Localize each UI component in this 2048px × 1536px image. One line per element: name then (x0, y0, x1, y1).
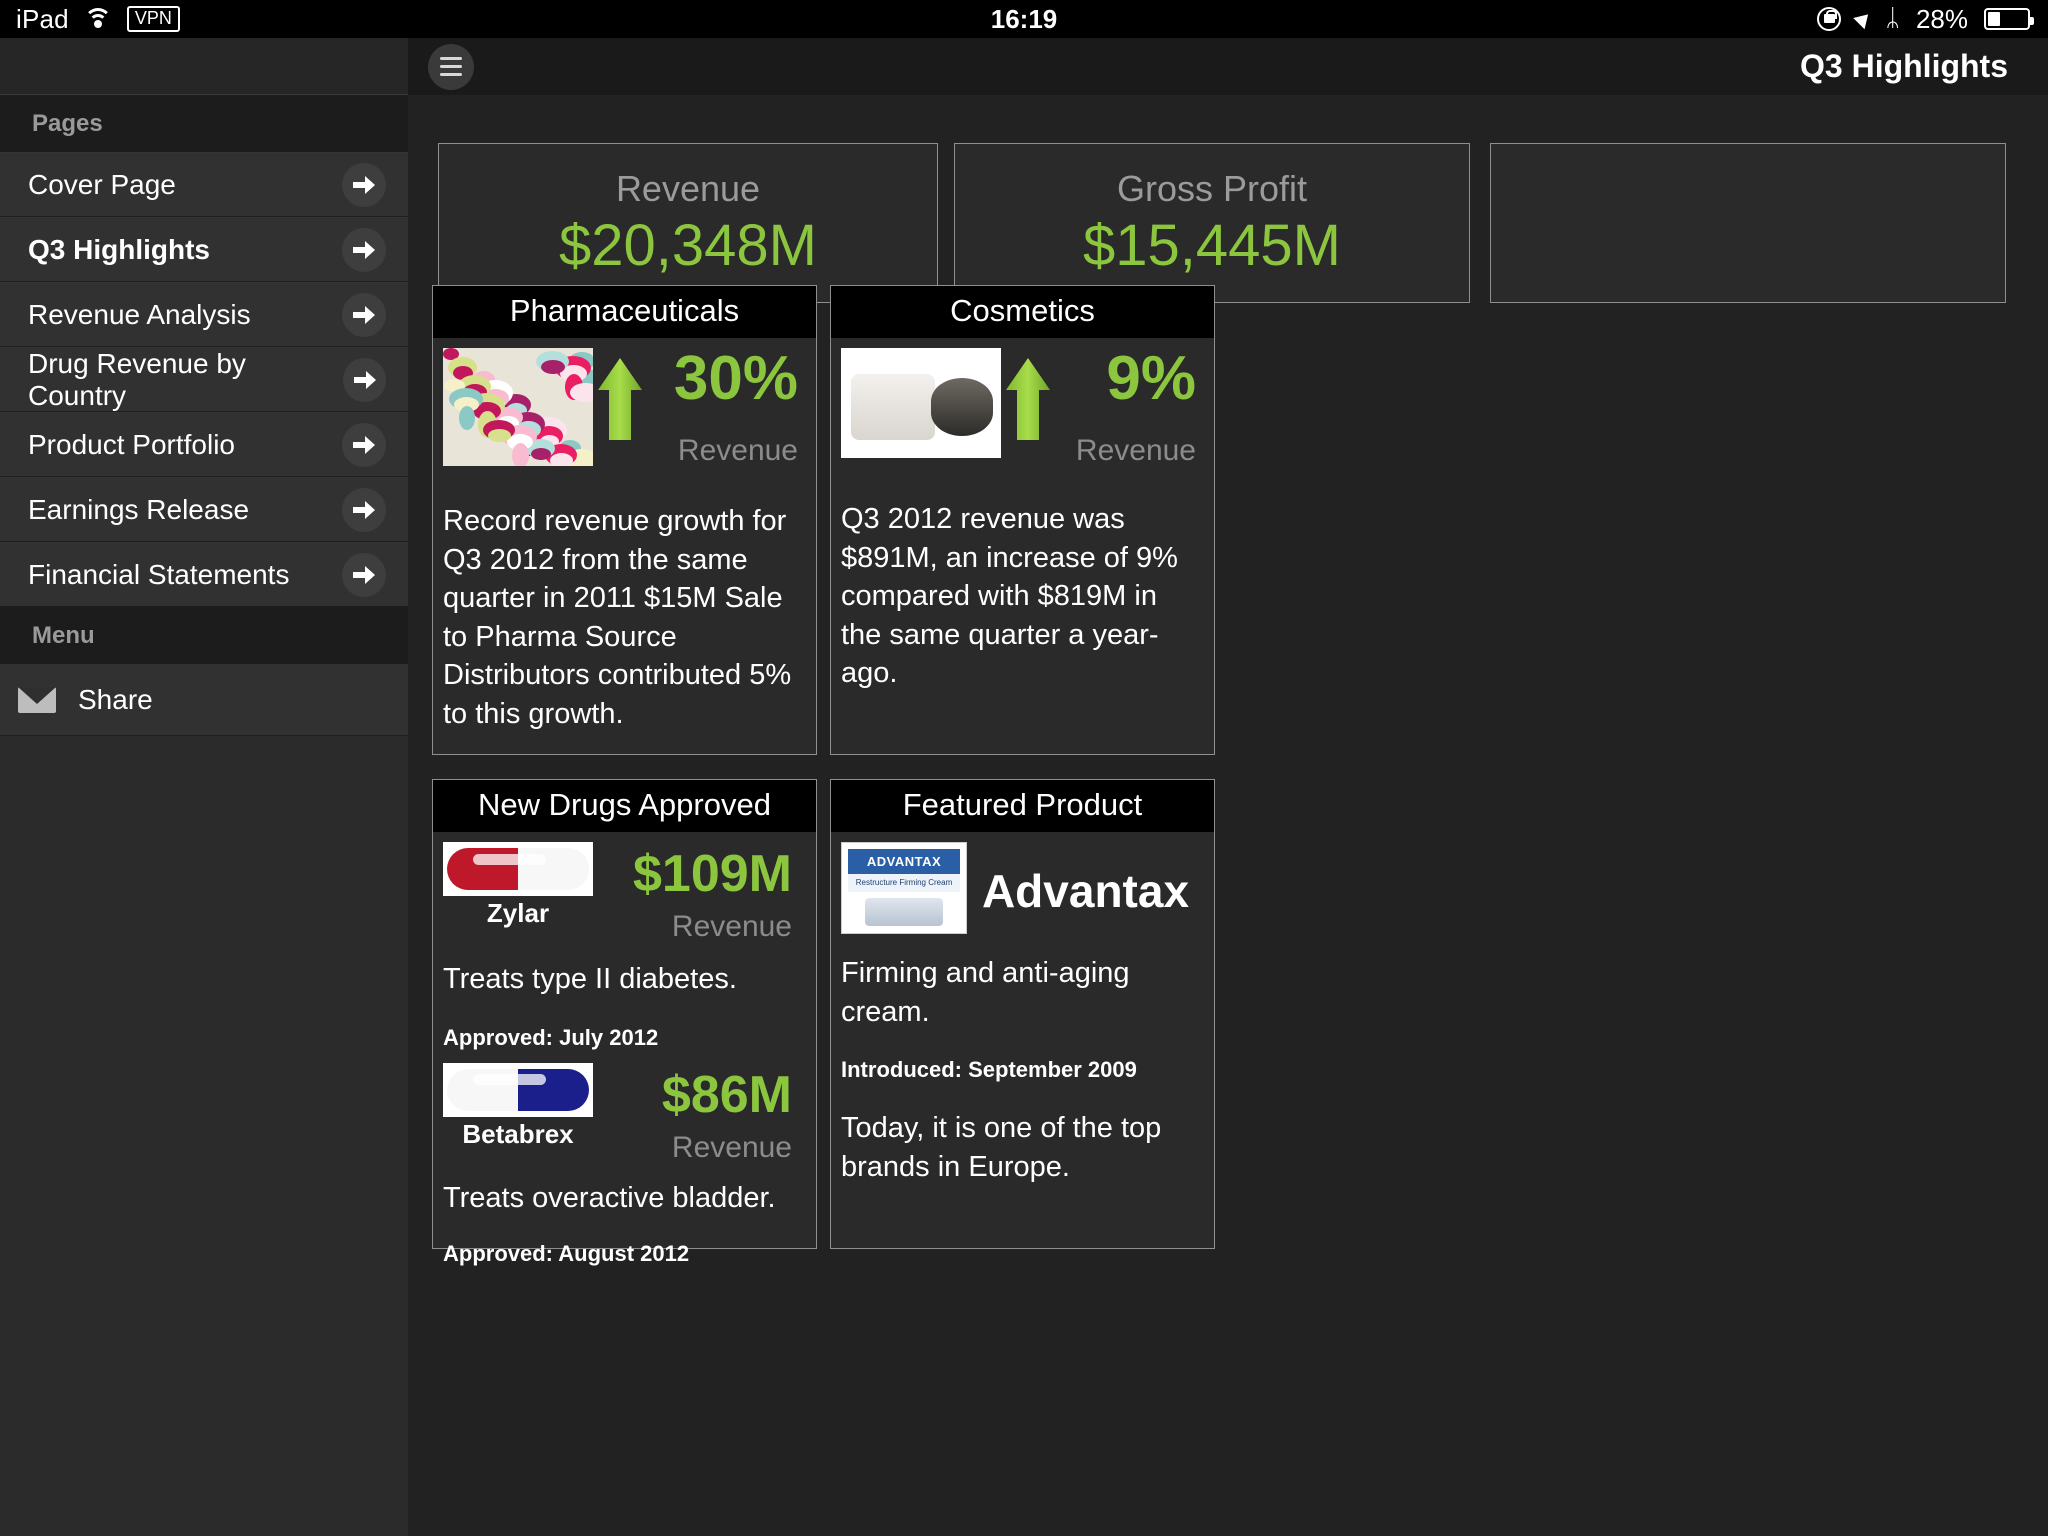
product-box-subtitle: Restructure Firming Cream (848, 874, 960, 893)
vpn-badge: VPN (126, 5, 180, 33)
trend-percent: 30% (673, 344, 798, 413)
sidebar: Pages Cover Page Q3 Highlights Revenue Ana… (0, 38, 408, 1536)
page-title: Q3 Highlights (1800, 48, 2008, 84)
featured-product-name: Advantax (981, 865, 1190, 917)
trend-metric-label: Revenue (677, 434, 798, 467)
drug-name: Betabrex (462, 1118, 574, 1149)
sidebar-item-label: Drug Revenue by Country (28, 347, 246, 411)
bluetooth-icon: ᛦ (1885, 5, 1900, 32)
kpi-value: $20,348M (559, 212, 817, 278)
product-box-brand: ADVANTAX (848, 849, 960, 874)
card-header: New Drugs Approved (433, 780, 816, 832)
card-header: Pharmaceuticals (433, 286, 816, 338)
chevron-right-icon[interactable] (343, 357, 386, 402)
chevron-right-icon[interactable] (342, 552, 386, 597)
sidebar-item-share[interactable]: Share (0, 664, 408, 736)
drug-revenue: $109M (633, 845, 792, 903)
product-box-jar (865, 898, 943, 927)
sidebar-item-label: Q3 Highlights (28, 233, 210, 265)
sidebar-section-pages: Pages (0, 95, 408, 152)
up-arrow-icon (598, 358, 642, 440)
chevron-right-icon[interactable] (342, 422, 386, 467)
rotation-lock-icon (1816, 7, 1841, 31)
sidebar-item-label: Financial Statements (28, 558, 290, 590)
drug-description: Treats overactive bladder. (443, 1181, 776, 1214)
kpi-card-revenue[interactable]: Revenue $20,348M (438, 143, 938, 303)
hamburger-menu-icon[interactable] (428, 43, 474, 90)
sidebar-item-cover-page[interactable]: Cover Page (0, 152, 408, 217)
kpi-value: $15,445M (1083, 212, 1341, 278)
device-label: iPad (16, 3, 69, 34)
card-pharmaceuticals[interactable]: Pharmaceuticals 30% Revenue Record reven… (432, 285, 817, 755)
featured-product-description: Firming and anti-aging cream. (841, 957, 1130, 1028)
sidebar-item-drug-revenue-by-country[interactable]: Drug Revenue by Country (0, 347, 408, 412)
sidebar-item-label: Earnings Release (28, 493, 250, 525)
card-header: Cosmetics (831, 286, 1214, 338)
kpi-card-gross-profit[interactable]: Gross Profit $15,445M (954, 143, 1470, 303)
status-bar-clock: 16:19 (990, 3, 1058, 34)
navigation-bar: Q3 Highlights (408, 38, 2048, 95)
kpi-title: Gross Profit (1116, 167, 1308, 209)
card-featured-product[interactable]: Featured Product ADVANTAX Restructure Fi… (830, 779, 1215, 1249)
card-body-text: Record revenue growth for Q3 2012 from t… (443, 505, 792, 730)
main-area: Q3 Highlights Revenue $20,348M Gross Pro… (408, 38, 2048, 1536)
battery-percent-label: 28% (1915, 3, 1968, 34)
sidebar-top-spacer (0, 38, 408, 95)
sidebar-item-label: Revenue Analysis (28, 298, 251, 330)
card-cosmetics[interactable]: Cosmetics 9% Revenue Q3 2012 revenue was… (830, 285, 1215, 755)
drug-approved-date: Approved: July 2012 (443, 1024, 659, 1050)
chevron-right-icon[interactable] (342, 162, 386, 207)
sidebar-item-q3-highlights[interactable]: Q3 Highlights (0, 217, 408, 282)
advantax-product-box: ADVANTAX Restructure Firming Cream (841, 842, 967, 934)
dashboard-canvas: Revenue $20,348M Gross Profit $15,445M P… (408, 95, 2048, 1536)
kpi-title: Revenue (615, 167, 761, 209)
drug-revenue-label: Revenue (671, 910, 792, 943)
sidebar-item-label: Product Portfolio (28, 428, 235, 460)
drug-revenue: $86M (661, 1065, 792, 1124)
red-white-capsule-icon (443, 842, 593, 896)
white-blue-capsule-icon (443, 1062, 593, 1117)
trend-metric-label: Revenue (1075, 434, 1196, 467)
drug-name: Zylar (486, 898, 550, 928)
sidebar-item-label: Cover Page (28, 168, 176, 200)
chevron-right-icon[interactable] (342, 227, 386, 272)
up-arrow-icon (1006, 358, 1050, 440)
pills-photo (443, 348, 593, 466)
battery-icon (1984, 8, 2034, 30)
sidebar-item-label: Share (78, 683, 153, 715)
mail-icon (18, 686, 56, 713)
status-bar-right: ᛦ 28% (1816, 3, 2048, 35)
location-arrow-icon (1852, 8, 1874, 30)
status-bar-left: iPad VPN (0, 4, 180, 35)
drug-revenue-label: Revenue (671, 1130, 792, 1164)
drug-description: Treats type II diabetes. (443, 963, 737, 995)
card-body-text: Q3 2012 revenue was $891M, an increase o… (841, 503, 1178, 690)
sidebar-item-product-portfolio[interactable]: Product Portfolio (0, 412, 408, 477)
featured-product-body: Today, it is one of the top brands in Eu… (841, 1112, 1162, 1183)
cream-jar-photo (841, 348, 1001, 458)
card-new-drugs-approved[interactable]: New Drugs Approved Zylar $109M Revenue T… (432, 779, 817, 1266)
card-header: Featured Product (831, 780, 1214, 832)
wifi-icon (83, 8, 113, 30)
chevron-right-icon[interactable] (342, 487, 386, 532)
kpi-card-third[interactable] (1490, 143, 2006, 303)
sidebar-nav-list: Cover Page Q3 Highlights Revenue Analysis D… (0, 152, 408, 607)
sidebar-item-financial-statements[interactable]: Financial Statements (0, 542, 408, 607)
sidebar-item-earnings-release[interactable]: Earnings Release (0, 477, 408, 542)
sidebar-item-revenue-analysis[interactable]: Revenue Analysis (0, 282, 408, 347)
sidebar-section-menu: Menu (0, 607, 408, 664)
status-bar: iPad VPN 16:19 ᛦ 28% (0, 0, 2048, 38)
drug-approved-date: Approved: August 2012 (443, 1241, 690, 1267)
chevron-right-icon[interactable] (342, 292, 386, 337)
trend-percent: 9% (1106, 344, 1196, 413)
featured-product-introduced: Introduced: September 2009 (841, 1057, 1137, 1083)
